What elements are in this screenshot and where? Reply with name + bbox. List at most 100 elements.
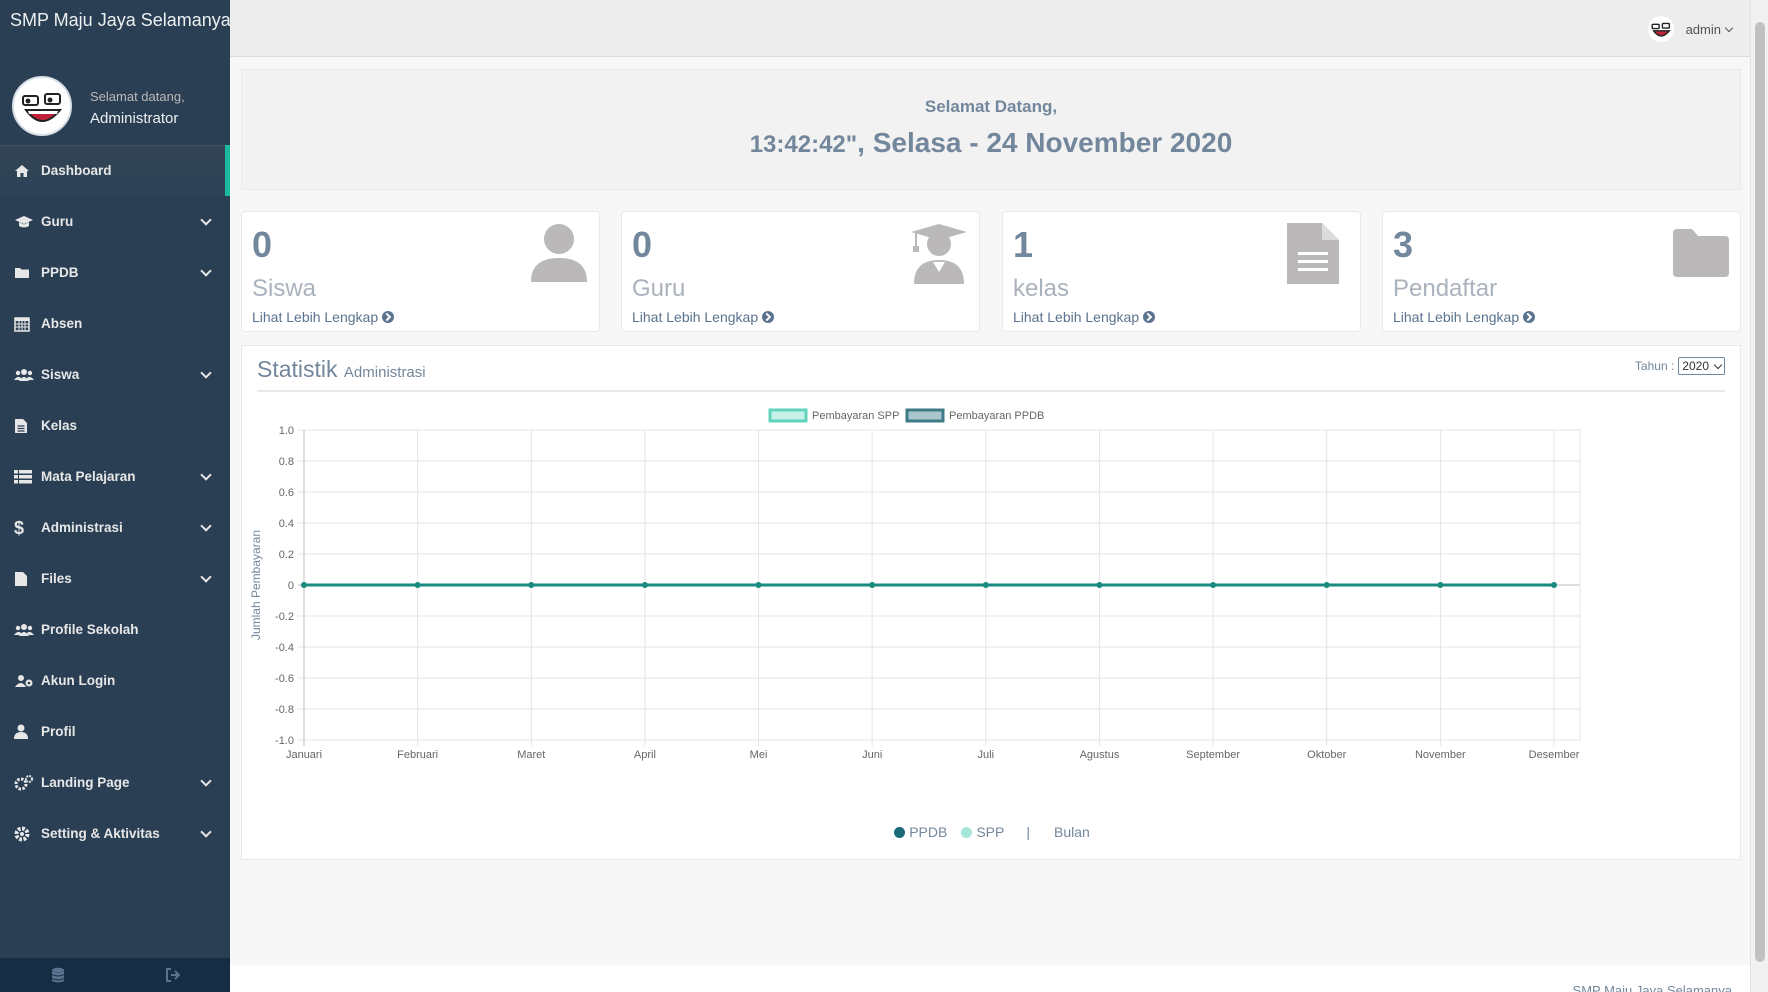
logout-button[interactable] [115,958,230,992]
legend-label: Pembayaran SPP [812,410,899,422]
sidebar-item-setting-aktivitas[interactable]: Setting & Aktivitas [0,808,230,859]
line-chart: 1.0 0.8 0.6 0.4 0.2 0 -0.2 -0.4 -0.6 -0.8 -1.0 Janu… [249,408,1581,761]
file-icon [14,570,36,588]
sidebar-item-label: PPDB [41,265,79,280]
sidebar-item-profil[interactable]: Profil [0,706,230,757]
x-tick-label: Mei [750,749,768,761]
sidebar-item-landing-page[interactable]: Landing Page [0,757,230,808]
list-icon [14,468,36,486]
folder-icon [14,264,36,282]
sidebar-item-label: Kelas [41,418,78,433]
page-footer: SMP Maju Jaya Selamanya [230,965,1750,992]
avatar [1647,16,1674,42]
sidebar-item-kelas[interactable]: Kelas [0,400,230,451]
welcome-greeting: Selamat Datang, [924,97,1058,116]
sidebar-item-label: Setting & Aktivitas [41,826,160,841]
x-tick-label: November [1415,749,1466,761]
top-navbar: admin [230,0,1750,57]
y-tick-label: -0.4 [275,642,294,654]
database-icon [51,967,64,983]
sidebar-item-administrasi[interactable]: $ Administrasi [0,502,230,553]
x-tick-label: Oktober [1307,749,1346,761]
sidebar-footer [0,958,230,992]
sidebar-item-profile-sekolah[interactable]: Profile Sekolah [0,604,230,655]
y-tick-label: -0.8 [275,704,294,716]
year-filter: Tahun : 2020 [1635,357,1725,375]
arrow-circle-right-icon [762,311,775,323]
chevron-down-icon [200,571,212,583]
tile-count: 1 [1013,224,1034,265]
tile-link-text: Lihat Lebih Lengkap [252,309,379,325]
tile-count: 0 [252,224,273,265]
clock-time: 13:42:42" [749,131,858,158]
dollar-icon: $ [14,517,25,538]
data-point [1551,582,1557,588]
users-icon [14,366,36,384]
user-graduate-icon [909,222,969,289]
users-icon [14,621,36,639]
x-tick-label: Agustus [1080,749,1120,761]
legend-axis-label: Bulan [1053,824,1090,840]
user-icon [529,222,589,287]
chevron-down-icon [200,367,212,379]
x-tick-label: September [1186,749,1240,761]
data-point [301,582,307,588]
year-label: Tahun : [1634,359,1675,373]
tile-count: 0 [632,224,653,265]
sidebar-menu: Dashboard Guru PPDB Absen Siswa Kelas Ma… [0,145,230,859]
chevron-down-icon [200,214,212,226]
data-point [1096,582,1103,588]
database-button[interactable] [0,958,115,992]
panel-title: Statistik Administrasi [257,356,426,383]
y-tick-label: 0 [288,580,294,592]
y-tick-label: 0.2 [279,549,294,561]
year-value: 2020 [1682,359,1709,373]
sidebar-item-akun-login[interactable]: Akun Login [0,655,230,706]
legend-swatch [905,408,945,423]
legend-swatch [768,408,808,423]
panel-subtitle: Administrasi [343,364,426,381]
tile-link[interactable]: Lihat Lebih Lengkap [1013,309,1156,325]
tile-link-text: Lihat Lebih Lengkap [1393,309,1520,325]
tile-link[interactable]: Lihat Lebih Lengkap [632,309,775,325]
gear-icon [14,825,36,843]
legend-separator: | [1026,824,1030,840]
data-point [641,582,648,588]
vertical-scrollbar[interactable] [1750,0,1768,992]
legend-spp-label: SPP [976,824,1005,840]
arrow-circle-right-icon [1143,311,1156,323]
year-select[interactable]: 2020 [1678,357,1725,375]
sidebar-item-label: Profil [41,724,76,739]
sidebar-item-label: Landing Page [41,775,130,790]
x-tick-label: April [634,749,656,761]
chart-container: 1.0 0.8 0.6 0.4 0.2 0 -0.2 -0.4 -0.6 -0.8 -1.0 Janu… [242,394,1742,859]
data-point [982,582,989,588]
tile-link[interactable]: Lihat Lebih Lengkap [252,309,395,325]
tile-label: Siswa [252,275,317,302]
sidebar-item-label: Guru [41,214,74,229]
user-name: admin [1685,21,1721,37]
tile-label: Guru [632,275,686,302]
legend-spp[interactable]: SPP [961,824,1004,840]
scrollbar-thumb[interactable] [1755,22,1765,962]
y-tick-label: -0.2 [275,611,294,623]
data-point [1437,582,1444,588]
arrow-circle-right-icon [1523,311,1536,323]
sidebar-item-absen[interactable]: Absen [0,298,230,349]
stat-tile-siswa: 0 Siswa Lihat Lebih Lengkap [241,211,600,332]
panel-title-main: Statistik [257,356,338,382]
sidebar-item-files[interactable]: Files [0,553,230,604]
x-tick-label: Desember [1529,749,1580,761]
user-dropdown[interactable]: admin [1647,16,1734,42]
tile-link[interactable]: Lihat Lebih Lengkap [1393,309,1536,325]
sidebar-item-mata-pelajaran[interactable]: Mata Pelajaran [0,451,230,502]
sidebar-item-guru[interactable]: Guru [0,196,230,247]
statistik-panel: Statistik Administrasi Tahun : 2020 1.0 0… [241,345,1741,860]
sidebar-item-dashboard[interactable]: Dashboard [0,145,230,196]
folder-icon [1672,228,1730,283]
legend-ppdb[interactable]: PPDB [894,824,947,840]
sidebar-item-siswa[interactable]: Siswa [0,349,230,400]
site-title[interactable]: SMP Maju Jaya Selamanya [0,0,231,40]
user-icon [14,723,36,741]
sidebar-item-ppdb[interactable]: PPDB [0,247,230,298]
